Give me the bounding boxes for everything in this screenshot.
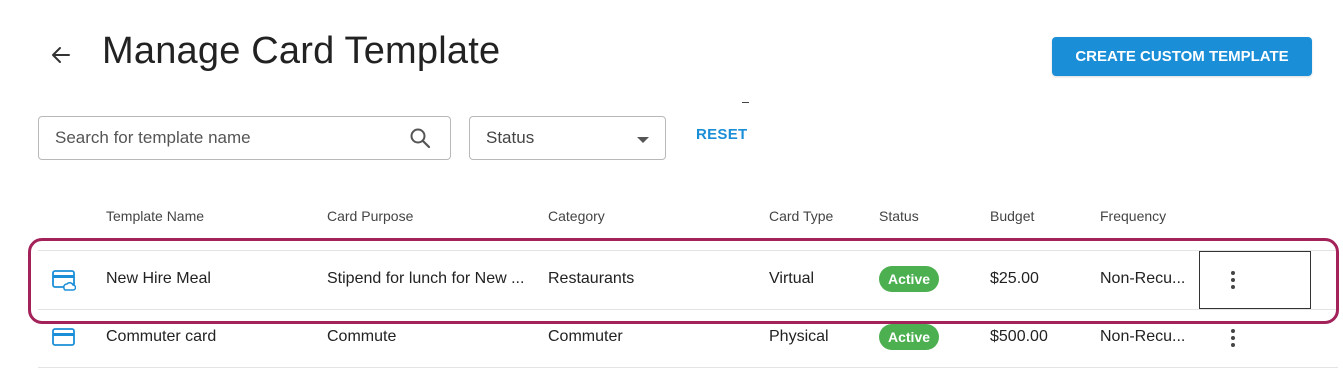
column-header-frequency[interactable]: Frequency [1100,208,1166,224]
column-header-category[interactable]: Category [548,208,605,224]
status-dropdown-label: Status [486,128,535,147]
arrow-left-icon [52,47,70,63]
search-icon[interactable] [408,126,432,150]
category: Commuter [548,328,623,345]
virtual-card-icon [52,270,76,291]
category: Restaurants [548,270,635,287]
chevron-down-icon [637,137,649,143]
status-badge: Active [879,324,940,350]
column-header-budget[interactable]: Budget [990,208,1034,224]
column-header-template-name[interactable]: Template Name [106,208,204,224]
column-header-card-purpose[interactable]: Card Purpose [327,208,413,224]
template-name: New Hire Meal [106,270,211,287]
search-input[interactable] [39,117,408,159]
card-purpose: Commute [327,328,397,345]
frequency: Non-Recu... [1100,270,1186,287]
card-type: Virtual [769,270,815,287]
page-title: Manage Card Template [102,30,501,72]
frequency: Non-Recu... [1100,328,1186,345]
table-row[interactable]: New Hire Meal Stipend for lunch for New … [38,250,1338,310]
create-custom-template-button[interactable]: CREATE CUSTOM TEMPLATE [1052,37,1312,76]
column-header-card-type[interactable]: Card Type [769,208,833,224]
search-box [38,116,451,160]
status-badge: Active [879,266,940,292]
back-button[interactable] [46,40,76,70]
budget: $500.00 [990,328,1048,345]
more-vert-icon[interactable] [1221,326,1245,350]
table-header: Template Name Card Purpose Category Card… [0,208,1343,228]
template-name: Commuter card [106,328,217,345]
card-type: Physical [769,328,829,345]
manage-card-template-page: Manage Card Template CREATE CUSTOM TEMPL… [0,0,1343,378]
row-actions-cell[interactable] [1199,251,1311,309]
card-purpose: Stipend for lunch for New ... [327,270,525,287]
physical-card-icon [52,328,75,346]
divider-mark [742,102,749,103]
table-row[interactable]: Commuter card Commute Commuter Physical … [38,309,1338,368]
budget: $25.00 [990,270,1039,287]
reset-button[interactable]: RESET [696,126,748,143]
more-vert-icon[interactable] [1221,268,1245,292]
status-dropdown[interactable]: Status [469,116,666,160]
column-header-status[interactable]: Status [879,208,919,224]
